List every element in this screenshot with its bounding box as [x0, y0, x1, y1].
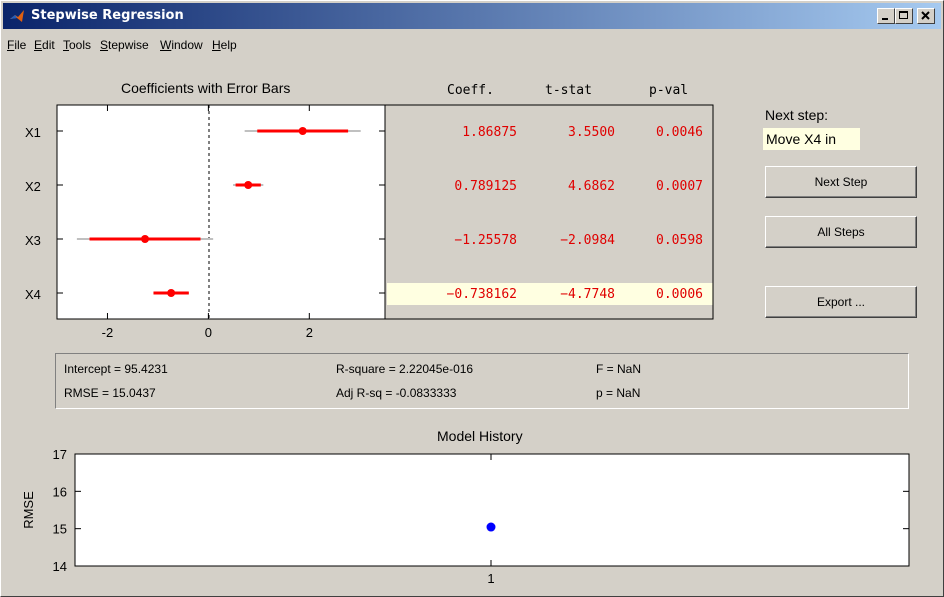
- menu-stepwise[interactable]: Stepwise: [100, 38, 149, 52]
- rsquare-value: R-square = 2.22045e-016: [336, 362, 474, 376]
- coeff-x4[interactable]: −0.738162: [447, 287, 517, 302]
- ytick-label: 14: [53, 559, 67, 574]
- model-history-title: Model History: [437, 428, 523, 444]
- pval-x1: 0.0046: [656, 125, 703, 140]
- ytick-label: 16: [53, 484, 67, 499]
- ytick-label: 17: [53, 447, 67, 462]
- menu-tools[interactable]: Tools: [63, 38, 91, 52]
- tstat-x4: −4.7748: [560, 287, 615, 302]
- menu-help[interactable]: Help: [212, 38, 237, 52]
- pval-x2: 0.0007: [656, 179, 703, 194]
- coef-plot-title: Coefficients with Error Bars: [121, 80, 291, 96]
- close-button[interactable]: [917, 8, 935, 24]
- menu-edit[interactable]: Edit: [34, 38, 55, 52]
- adj-rsq-value: Adj R-sq = -0.0833333: [336, 386, 457, 400]
- export-button[interactable]: Export ...: [765, 286, 917, 318]
- minimize-icon: [882, 18, 888, 20]
- history-marks: 14 15 16 17 1: [53, 447, 909, 586]
- maximize-icon: [899, 11, 908, 19]
- menu-bar: File Edit Tools Stepwise Window Help: [3, 31, 941, 53]
- xtick-label: 0: [205, 325, 212, 340]
- row-label-x1: X1: [25, 125, 41, 140]
- coef-point-x2: [244, 181, 253, 189]
- coef-point-x1: [298, 127, 307, 135]
- xtick-label: 1: [487, 571, 494, 586]
- history-point: [486, 522, 496, 532]
- menu-file[interactable]: File: [7, 38, 26, 52]
- next-step-label: Next step:: [765, 107, 829, 123]
- maximize-button[interactable]: [895, 8, 913, 24]
- coef-plot-area: [56, 104, 386, 320]
- stepwise-window: Stepwise Regression File Edit Tools Step…: [0, 0, 944, 597]
- next-step-value: Move X4 in: [763, 128, 860, 150]
- coef-ticks: -2 0 2: [102, 105, 313, 340]
- menu-window[interactable]: Window: [160, 38, 203, 52]
- tstat-x1: 3.5500: [568, 125, 615, 140]
- xtick-label: -2: [102, 325, 114, 340]
- rmse-value: RMSE = 15.0437: [64, 386, 156, 400]
- row-label-x3: X3: [25, 233, 41, 248]
- close-icon: [921, 11, 930, 20]
- row-label-x4: X4: [25, 287, 41, 302]
- f-value: F = NaN: [596, 362, 642, 376]
- tstat-x3: −2.0984: [560, 233, 615, 248]
- ytick-label: 15: [53, 522, 67, 537]
- header-coeff: Coeff.: [447, 83, 494, 98]
- stats-panel: Intercept = 95.4231 RMSE = 15.0437 R-squ…: [55, 353, 909, 409]
- all-steps-button[interactable]: All Steps: [765, 216, 917, 248]
- coeff-x1[interactable]: 1.86875: [462, 125, 517, 140]
- coef-point-x4: [167, 289, 176, 297]
- p-value: p = NaN: [596, 386, 641, 400]
- title-bar[interactable]: Stepwise Regression: [3, 3, 941, 29]
- history-plot-area: [74, 453, 910, 567]
- coef-marks: [57, 127, 385, 297]
- minimize-button[interactable]: [877, 8, 895, 24]
- intercept-value: Intercept = 95.4231: [64, 362, 168, 376]
- coeff-x3[interactable]: −1.25578: [454, 233, 517, 248]
- next-step-button[interactable]: Next Step: [765, 166, 917, 198]
- pval-x4: 0.0006: [656, 287, 703, 302]
- window-title: Stepwise Regression: [31, 8, 184, 23]
- row-label-x2: X2: [25, 179, 41, 194]
- matlab-icon: [10, 10, 24, 22]
- coeff-x2[interactable]: 0.789125: [454, 179, 517, 194]
- xtick-label: 2: [306, 325, 313, 340]
- pval-x3: 0.0598: [656, 233, 703, 248]
- coef-point-x3: [141, 235, 150, 243]
- header-pval: p-val: [649, 83, 689, 98]
- header-tstat: t-stat: [545, 83, 592, 98]
- history-ylabel: RMSE: [21, 491, 36, 529]
- tstat-x2: 4.6862: [568, 179, 615, 194]
